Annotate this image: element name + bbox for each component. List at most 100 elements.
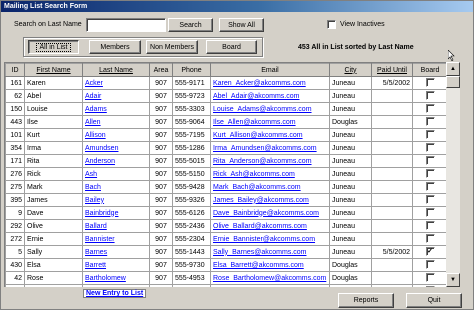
tab-all-in-list[interactable]: All in List: [28, 40, 79, 54]
column-header-board[interactable]: Board: [412, 63, 446, 77]
cell-last-name[interactable]: Barrett: [82, 258, 150, 272]
column-header-phone[interactable]: Phone: [172, 63, 211, 77]
cell-email[interactable]: Rick_Ash@akcomms.com: [210, 167, 330, 181]
board-checkbox[interactable]: [425, 286, 435, 287]
column-header-first-name[interactable]: First Name: [24, 63, 83, 77]
cell-email[interactable]: Rita_Anderson@akcomms.com: [210, 154, 330, 168]
table-row[interactable]: 430 Elsa Barrett 907 555-9730 Elsa_Barrett@ak…: [5, 258, 446, 272]
cell-board: [412, 154, 446, 168]
cell-last-name[interactable]: Allison: [82, 128, 150, 142]
table-row[interactable]: 276 Rick Ash 907 555-5150 Rick_Ash@akcomms.co…: [5, 167, 446, 181]
cell-last-name[interactable]: Bannister: [82, 232, 150, 246]
table-row[interactable]: 9 Dave Bainbridge 907 555-6126 Dave_Bainbridg…: [5, 206, 446, 220]
tab-non-members[interactable]: Non Members: [146, 40, 198, 54]
vertical-scrollbar[interactable]: ▲ ▼: [446, 62, 460, 287]
cell-last-name[interactable]: Bainbridge: [82, 206, 150, 220]
cell-email[interactable]: Ilse_Allen@akcomms.com: [210, 115, 330, 129]
table-row[interactable]: 179PaulaBauer907555-5221Paula_Bauer@akco…: [5, 284, 446, 287]
scroll-thumb[interactable]: [446, 76, 460, 88]
table-row[interactable]: 272 Ernie Bannister 907 555-2304 Ernie_Bannis…: [5, 232, 446, 246]
column-header-area[interactable]: Area: [149, 63, 173, 77]
table-row[interactable]: 150 Louise Adams 907 555-3303 Louise_Adams@ak…: [5, 102, 446, 116]
cell-last-name[interactable]: Acker: [82, 76, 150, 90]
cell-email[interactable]: Kurt_Allison@akcomms.com: [210, 128, 330, 142]
cell-last-name[interactable]: Bach: [82, 180, 150, 194]
cell-email[interactable]: Karen_Acker@akcomms.com: [210, 76, 330, 90]
new-entry-link[interactable]: New Entry to List: [83, 289, 147, 298]
cell-email[interactable]: Rose_Bartholomew@akcomms.com: [210, 271, 330, 285]
board-checkbox[interactable]: [425, 260, 435, 270]
cell-email[interactable]: Paula_Bauer@akcomms.com: [210, 284, 330, 287]
cell-email[interactable]: Abel_Adair@akcomms.com: [210, 89, 330, 103]
board-checkbox[interactable]: [425, 208, 435, 218]
scroll-up-button[interactable]: ▲: [446, 62, 460, 76]
board-checkbox[interactable]: [425, 143, 435, 153]
table-row[interactable]: 101 Kurt Allison 907 555-7195 Kurt_Allison@ak…: [5, 128, 446, 142]
table-row[interactable]: 292 Olive Ballard 907 555-2436 Olive_Ballard@…: [5, 219, 446, 233]
board-checkbox[interactable]: [425, 78, 435, 88]
board-checkbox[interactable]: [425, 117, 435, 127]
table-row[interactable]: 275 Mark Bach 907 555-9428 Mark_Bach@akcomms.…: [5, 180, 446, 194]
cell-area: 907: [149, 219, 173, 233]
board-checkbox[interactable]: [425, 104, 435, 114]
column-header-last-name[interactable]: Last Name: [82, 63, 150, 77]
cell-last-name[interactable]: Anderson: [82, 154, 150, 168]
scroll-down-button[interactable]: ▼: [446, 273, 460, 287]
board-checkbox[interactable]: [425, 273, 435, 283]
cell-board: [412, 76, 446, 90]
reports-button[interactable]: Reports: [338, 293, 394, 308]
column-header-city[interactable]: City: [329, 63, 372, 77]
board-checkbox[interactable]: [425, 130, 435, 140]
cell-last-name[interactable]: Adams: [82, 102, 150, 116]
cell-first-name: Irma: [24, 141, 83, 155]
cell-last-name[interactable]: Allen: [82, 115, 150, 129]
board-checkbox[interactable]: [425, 156, 435, 166]
cell-paid-until: [371, 115, 413, 129]
show-all-button[interactable]: Show All: [219, 18, 264, 32]
board-checkbox[interactable]: [425, 169, 435, 179]
cell-email[interactable]: James_Bailey@akcomms.com: [210, 193, 330, 207]
board-checkbox[interactable]: [425, 182, 435, 192]
cell-last-name[interactable]: Bartholomew: [82, 271, 150, 285]
cell-email[interactable]: Dave_Bainbridge@akcomms.com: [210, 206, 330, 220]
quit-button[interactable]: Quit: [406, 293, 462, 308]
table-row[interactable]: 5 Sally Barnes 907 555-1443 Sally_Barnes@akco…: [5, 245, 446, 259]
board-checkbox[interactable]: [425, 234, 435, 244]
search-input[interactable]: [86, 18, 166, 32]
cell-last-name[interactable]: Barnes: [82, 245, 150, 259]
column-header-id[interactable]: ID: [5, 63, 25, 77]
table-row[interactable]: 443 Ilse Allen 907 555-9064 Ilse_Allen@akcomm…: [5, 115, 446, 129]
tab-members[interactable]: Members: [89, 40, 141, 54]
cell-paid-until: [371, 141, 413, 155]
cell-email[interactable]: Mark_Bach@akcomms.com: [210, 180, 330, 194]
table-row[interactable]: 161 Karen Acker 907 555-9171 Karen_Acker@akco…: [5, 76, 446, 90]
cell-email[interactable]: Ernie_Bannister@akcomms.com: [210, 232, 330, 246]
board-checkbox[interactable]: ✓: [425, 247, 435, 257]
cell-email[interactable]: Sally_Barnes@akcomms.com: [210, 245, 330, 259]
cell-email[interactable]: Elsa_Barrett@akcomms.com: [210, 258, 330, 272]
column-header-email[interactable]: Email: [210, 63, 330, 77]
cell-last-name[interactable]: Adair: [82, 89, 150, 103]
table-row[interactable]: 395 James Bailey 907 555-9326 James_Bailey@ak…: [5, 193, 446, 207]
board-checkbox[interactable]: [425, 91, 435, 101]
tab-board[interactable]: Board: [206, 40, 257, 54]
cell-last-name[interactable]: Amundsen: [82, 141, 150, 155]
table-row[interactable]: 171 Rita Anderson 907 555-5015 Rita_Anderson@…: [5, 154, 446, 168]
cell-last-name[interactable]: Ballard: [82, 219, 150, 233]
board-checkbox[interactable]: [425, 221, 435, 231]
cell-email[interactable]: Olive_Ballard@akcomms.com: [210, 219, 330, 233]
column-header-paid-until[interactable]: Paid Until: [371, 63, 413, 77]
cell-area: 907: [149, 284, 173, 287]
table-row[interactable]: 42 Rose Bartholomew 907 555-4953 Rose_Barthol…: [5, 271, 446, 285]
cell-paid-until: 5/5/2002: [371, 245, 413, 259]
search-button[interactable]: Search: [168, 18, 213, 32]
table-row[interactable]: 62 Abel Adair 907 555-9723 Abel_Adair@akcomms…: [5, 89, 446, 103]
cell-last-name[interactable]: Ash: [82, 167, 150, 181]
table-row[interactable]: 354 Irma Amundsen 907 555-1286 Irma_Amundsen@…: [5, 141, 446, 155]
cell-email[interactable]: Louise_Adams@akcomms.com: [210, 102, 330, 116]
cell-last-name[interactable]: Bauer: [82, 284, 150, 287]
board-checkbox[interactable]: [425, 195, 435, 205]
cell-email[interactable]: Irma_Amundsen@akcomms.com: [210, 141, 330, 155]
view-inactives-checkbox[interactable]: [327, 20, 336, 29]
cell-last-name[interactable]: Bailey: [82, 193, 150, 207]
